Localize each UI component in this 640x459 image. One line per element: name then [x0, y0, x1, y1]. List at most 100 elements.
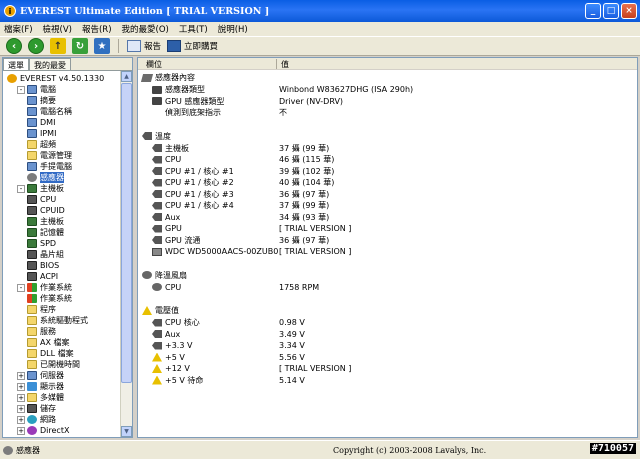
tree-item[interactable]: EVEREST v4.50.1330 — [7, 73, 104, 84]
tree-item[interactable]: 晶片組 — [27, 249, 64, 260]
expand-icon[interactable]: + — [17, 426, 25, 435]
column-value[interactable]: 值 — [281, 59, 289, 70]
sensor-row[interactable]: CPU 1758 RPM — [138, 282, 638, 293]
tree-item-label: CPU — [40, 195, 57, 204]
menu-favorites[interactable]: 我的最愛(O) — [122, 23, 169, 35]
sensor-row[interactable]: Aux 34 攝 (93 華) — [138, 212, 638, 223]
sensor-row[interactable]: Aux 3.49 V — [138, 329, 638, 340]
sensor-row[interactable]: WDC WD5000AACS-00ZUB0[ TRIAL VERSION ] — [138, 246, 638, 257]
navigation-tree: EVEREST v4.50.1330 - 電腦 摘要 電腦名稱 DMI IPMI 超頻 電源管理… — [3, 71, 132, 437]
minimize-button[interactable]: _ — [585, 3, 601, 19]
up-folder-icon[interactable]: ↑ — [50, 38, 66, 54]
section-header[interactable]: 降溫風扇 — [138, 270, 638, 281]
tree-item[interactable]: + DirectX — [17, 425, 69, 436]
tree-item[interactable]: 電腦名稱 — [27, 106, 72, 117]
tab-favorites[interactable]: 我的最愛 — [29, 58, 71, 70]
tree-item[interactable]: 主機板 — [27, 216, 64, 227]
refresh-icon[interactable]: ↻ — [72, 38, 88, 54]
tree-item[interactable]: DLL 檔案 — [27, 348, 74, 359]
nav-scrollbar[interactable]: ▲ ▼ — [120, 71, 132, 437]
tree-item[interactable]: + 網路 — [17, 414, 56, 425]
section-header[interactable]: 電壓值 — [138, 305, 638, 316]
tree-item[interactable]: 服務 — [27, 326, 56, 337]
section-header[interactable]: 溫度 — [138, 131, 638, 142]
menu-view[interactable]: 檢視(V) — [43, 23, 72, 35]
scroll-up-icon[interactable]: ▲ — [121, 71, 132, 82]
tree-item[interactable]: AX 檔案 — [27, 337, 70, 348]
tree-item[interactable]: 手提電腦 — [27, 161, 72, 172]
tree-item[interactable]: 摘要 — [27, 95, 56, 106]
tree-item[interactable]: 超頻 — [27, 139, 56, 150]
collapse-icon[interactable]: - — [17, 85, 25, 94]
expand-icon[interactable]: + — [17, 404, 25, 413]
expand-icon[interactable]: + — [17, 371, 25, 380]
tree-item[interactable]: ACPI — [27, 271, 58, 282]
tree-item[interactable]: SPD — [27, 238, 56, 249]
sensor-row[interactable]: 感應器類型 Winbond W83627DHG (ISA 290h) — [138, 84, 638, 95]
info-icon — [152, 109, 162, 117]
sensor-row[interactable]: CPU #1 / 核心 #3 36 攝 (97 華) — [138, 189, 638, 200]
tree-item[interactable]: BIOS — [27, 260, 59, 271]
sensor-row[interactable]: CPU #1 / 核心 #2 40 攝 (104 華) — [138, 177, 638, 188]
tree-item[interactable]: - 作業系統 — [17, 282, 72, 293]
collapse-icon[interactable]: - — [17, 283, 25, 292]
field-value: 1758 RPM — [279, 282, 320, 292]
sensor-row[interactable]: +5 V 待命 5.14 V — [138, 375, 638, 386]
menu-help[interactable]: 說明(H) — [218, 23, 248, 35]
field-label: 電壓值 — [155, 306, 179, 315]
expand-icon[interactable]: + — [17, 382, 25, 391]
tree-item[interactable]: + 儲存 — [17, 403, 56, 414]
sensor-row[interactable]: GPU [ TRIAL VERSION ] — [138, 223, 638, 234]
section-header[interactable]: 感應器內容 — [138, 72, 638, 83]
expand-icon[interactable]: + — [17, 393, 25, 402]
temp-icon — [152, 213, 162, 221]
sensor-row[interactable]: GPU 感應器類型 Driver (NV-DRV) — [138, 96, 638, 107]
collapse-icon[interactable]: - — [17, 184, 25, 193]
menu-report[interactable]: 報告(R) — [82, 23, 112, 35]
sensor-row[interactable]: GPU 流通 36 攝 (97 華) — [138, 235, 638, 246]
tree-item[interactable]: - 主機板 — [17, 183, 64, 194]
sensor-row[interactable]: +5 V 5.56 V — [138, 352, 638, 363]
buy-now-button[interactable]: 立即購買 — [167, 40, 218, 52]
tree-item[interactable]: 感應器 — [27, 172, 64, 183]
tree-item[interactable]: CPU — [27, 194, 56, 205]
menu-file[interactable]: 檔案(F) — [4, 23, 33, 35]
folder-icon — [27, 305, 37, 314]
close-button[interactable]: × — [621, 3, 637, 19]
tree-item[interactable]: 程序 — [27, 304, 56, 315]
sensor-row[interactable]: CPU 46 攝 (115 華) — [138, 154, 638, 165]
tree-item[interactable]: - 電腦 — [17, 84, 56, 95]
tree-item[interactable]: +裝置 — [17, 436, 56, 437]
maximize-button[interactable]: □ — [603, 3, 619, 19]
expand-icon[interactable]: + — [17, 415, 25, 424]
back-arrow-icon[interactable]: ‹ — [6, 38, 22, 54]
scroll-thumb[interactable] — [121, 83, 132, 383]
sensor-row[interactable]: 偵測到底架指示 不 — [138, 107, 638, 118]
tree-item[interactable]: + 顯示器 — [17, 381, 64, 392]
sensor-row[interactable]: 主機板 37 攝 (99 華) — [138, 143, 638, 154]
tree-item[interactable]: 已開機時間 — [27, 359, 80, 370]
tree-item[interactable]: CPUID — [27, 205, 65, 216]
sensor-row[interactable]: +12 V [ TRIAL VERSION ] — [138, 363, 638, 374]
tree-item[interactable]: DMI — [27, 117, 55, 128]
sensor-row[interactable]: CPU #1 / 核心 #4 37 攝 (99 華) — [138, 200, 638, 211]
tree-item[interactable]: 記憶體 — [27, 227, 64, 238]
sensor-row[interactable]: CPU #1 / 核心 #1 39 攝 (102 華) — [138, 166, 638, 177]
tree-item[interactable]: 電源管理 — [27, 150, 72, 161]
column-separator[interactable] — [276, 59, 277, 69]
report-button[interactable]: 報告 — [127, 40, 161, 52]
sensor-row[interactable]: CPU 核心 0.98 V — [138, 317, 638, 328]
comp-icon — [27, 107, 37, 116]
tree-item[interactable]: 系統驅動程式 — [27, 315, 88, 326]
column-field[interactable]: 欄位 — [146, 59, 162, 70]
tree-item[interactable]: 作業系統 — [27, 293, 72, 304]
scroll-down-icon[interactable]: ▼ — [121, 426, 132, 437]
tree-item[interactable]: IPMI — [27, 128, 56, 139]
forward-arrow-icon[interactable]: › — [28, 38, 44, 54]
tree-item[interactable]: + 多媒體 — [17, 392, 64, 403]
favorites-icon[interactable]: ★ — [94, 38, 110, 54]
sensor-row[interactable]: +3.3 V 3.34 V — [138, 340, 638, 351]
menu-tools[interactable]: 工具(T) — [179, 23, 208, 35]
tab-menu[interactable]: 選單 — [3, 58, 29, 70]
tree-item[interactable]: + 伺服器 — [17, 370, 64, 381]
